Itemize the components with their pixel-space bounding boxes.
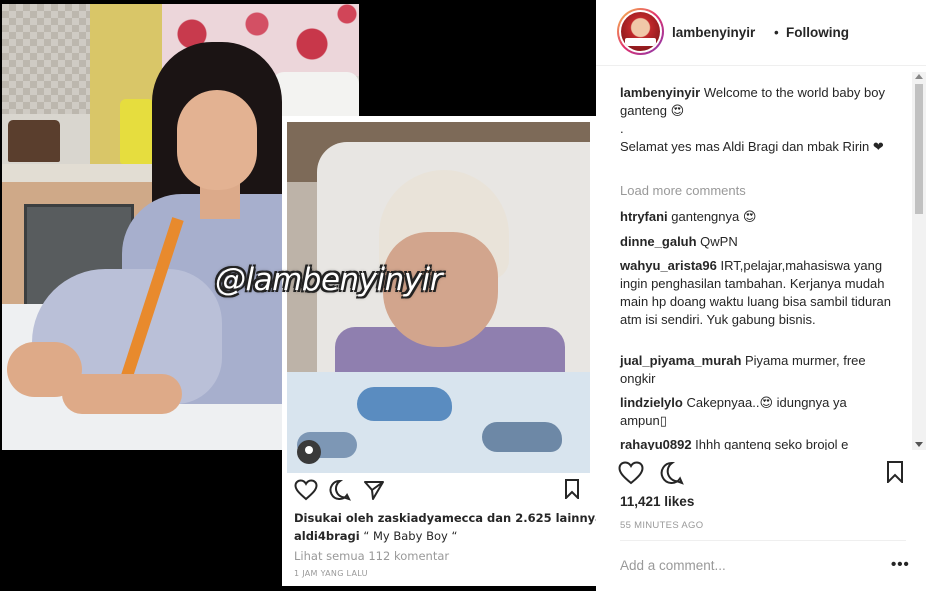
scroll-down-icon[interactable] xyxy=(915,442,923,447)
comment-item: htryfani gantengnya 😍 xyxy=(620,209,757,224)
comments-list[interactable]: lambenyinyir Welcome to the world baby b… xyxy=(596,72,914,450)
add-comment-input[interactable]: Add a comment... xyxy=(620,558,726,573)
divider xyxy=(620,540,906,541)
comment-item: rahayu0892 Ihhh ganteng seko brojol e xyxy=(620,437,849,450)
comment-username[interactable]: wahyu_arista96 xyxy=(620,258,717,273)
comment-username[interactable]: rahayu0892 xyxy=(620,437,692,450)
scroll-up-icon[interactable] xyxy=(915,74,923,79)
inner-bookmark-icon xyxy=(565,479,579,499)
avatar[interactable] xyxy=(617,8,664,55)
post-media[interactable]: Disukai oleh zaskiadyamecca dan 2.625 la… xyxy=(0,0,596,591)
inner-timestamp: 1 JAM YANG LALU xyxy=(294,569,368,578)
caption-line: Selamat yes mas Aldi Bragi dan mbak Riri… xyxy=(620,139,884,154)
comment-username[interactable]: lindzielylo xyxy=(620,395,683,410)
header-separator: • xyxy=(774,25,779,40)
inner-liked-by: Disukai oleh zaskiadyamecca dan 2.625 la… xyxy=(294,511,596,525)
post-timestamp[interactable]: 55 MINUTES AGO xyxy=(620,520,703,531)
comment-username[interactable]: dinne_galuh xyxy=(620,234,697,249)
caption: lambenyinyir Welcome to the world baby b… xyxy=(620,85,885,118)
inner-share-icon xyxy=(364,481,384,500)
caption-username[interactable]: lambenyinyir xyxy=(620,85,700,100)
user-tag-icon xyxy=(297,440,321,464)
inner-heart-icon xyxy=(294,479,318,501)
comment-item: lindzielylo Cakepnyaa..😍 idungnya ya amp… xyxy=(620,395,847,428)
inner-view-all-comments: Lihat semua 112 komentar xyxy=(294,549,450,563)
comment-icon[interactable] xyxy=(660,461,684,485)
inner-caption: aldi4bragi “ My Baby Boy “ xyxy=(294,529,458,543)
post-panel: lambenyinyir • Following lambenyinyir We… xyxy=(596,0,926,591)
post-header: lambenyinyir • Following xyxy=(596,0,926,66)
caption-line: . xyxy=(620,121,624,136)
comment-username[interactable]: htryfani xyxy=(620,209,668,224)
comment-item: jual_piyama_murah Piyama murmer, free on… xyxy=(620,353,866,386)
comments-scrollbar[interactable] xyxy=(912,72,926,450)
header-username[interactable]: lambenyinyir xyxy=(672,25,755,40)
comment-item: wahyu_arista96 IRT,pelajar,mahasiswa yan… xyxy=(620,258,892,327)
bookmark-icon[interactable] xyxy=(886,461,904,483)
inner-post-actions xyxy=(292,479,588,503)
comment-item: dinne_galuh QwPN xyxy=(620,234,738,249)
post-actions xyxy=(596,458,926,490)
baby-post-screenshot: Disukai oleh zaskiadyamecca dan 2.625 la… xyxy=(282,116,596,586)
comment-username[interactable]: jual_piyama_murah xyxy=(620,353,741,368)
likes-count[interactable]: 11,421 likes xyxy=(620,494,694,509)
watermark-text: @lambenyinyir xyxy=(215,262,443,298)
following-button[interactable]: Following xyxy=(786,25,849,40)
more-options-icon[interactable]: ••• xyxy=(891,556,910,573)
inner-comment-icon xyxy=(329,479,351,501)
load-more-comments[interactable]: Load more comments xyxy=(620,183,746,198)
scroll-thumb[interactable] xyxy=(915,84,923,214)
heart-icon[interactable] xyxy=(618,461,644,485)
